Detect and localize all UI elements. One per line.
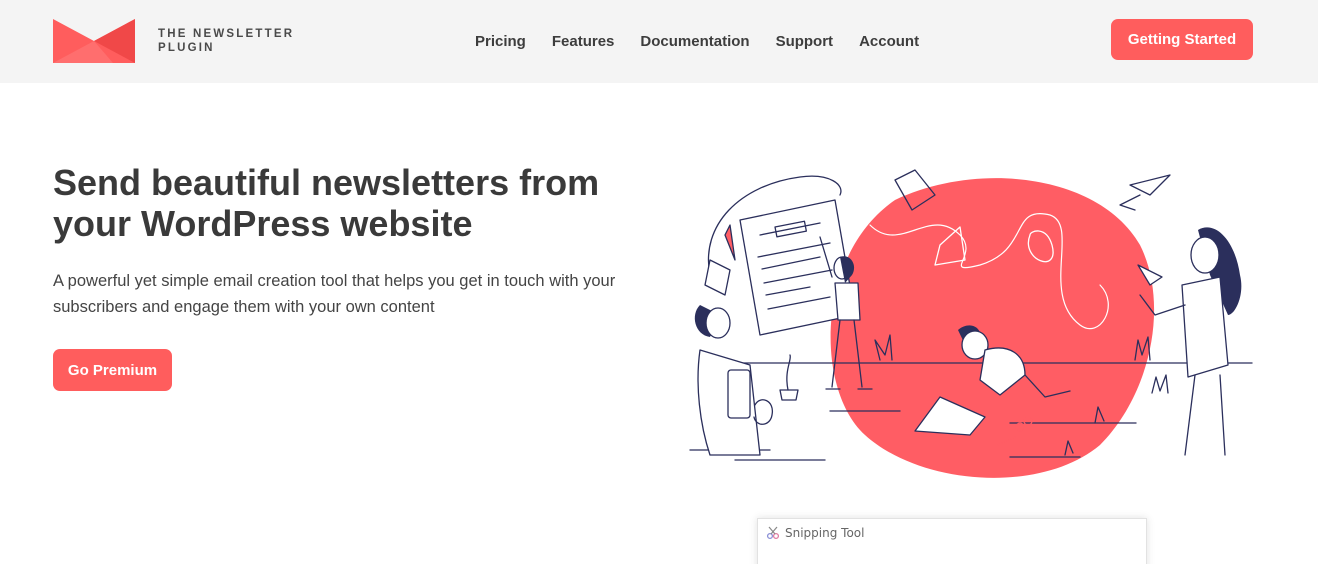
brand-name-line2: PLUGIN <box>158 42 215 54</box>
hero-subtitle: A powerful yet simple email creation too… <box>53 272 616 316</box>
brand-name: THE NEWSLETTER PLUGIN <box>158 27 294 55</box>
scissors-icon <box>766 526 780 540</box>
snipping-tool-window[interactable]: Snipping Tool <box>757 518 1147 564</box>
getting-started-button[interactable]: Getting Started <box>1111 19 1253 60</box>
nav-link-pricing[interactable]: Pricing <box>475 33 526 51</box>
brand-name-line1: THE NEWSLETTER <box>158 28 295 40</box>
top-navigation-bar: THE NEWSLETTER PLUGIN Pricing Features D… <box>0 0 1318 83</box>
brand-logo[interactable]: THE NEWSLETTER PLUGIN <box>53 19 294 63</box>
snipping-tool-title: Snipping Tool <box>785 526 865 540</box>
main-nav: Pricing Features Documentation Support A… <box>475 33 945 51</box>
nav-link-support[interactable]: Support <box>776 33 834 51</box>
snipping-tool-titlebar: Snipping Tool <box>766 526 864 540</box>
nav-link-features[interactable]: Features <box>552 33 615 51</box>
nav-link-account[interactable]: Account <box>859 33 919 51</box>
hero-title: Send beautiful newsletters from your Wor… <box>53 162 600 244</box>
nav-link-documentation[interactable]: Documentation <box>640 33 749 51</box>
hero-illustration <box>689 169 1253 478</box>
go-premium-button[interactable]: Go Premium <box>53 349 172 391</box>
envelope-logo-icon <box>53 19 135 63</box>
